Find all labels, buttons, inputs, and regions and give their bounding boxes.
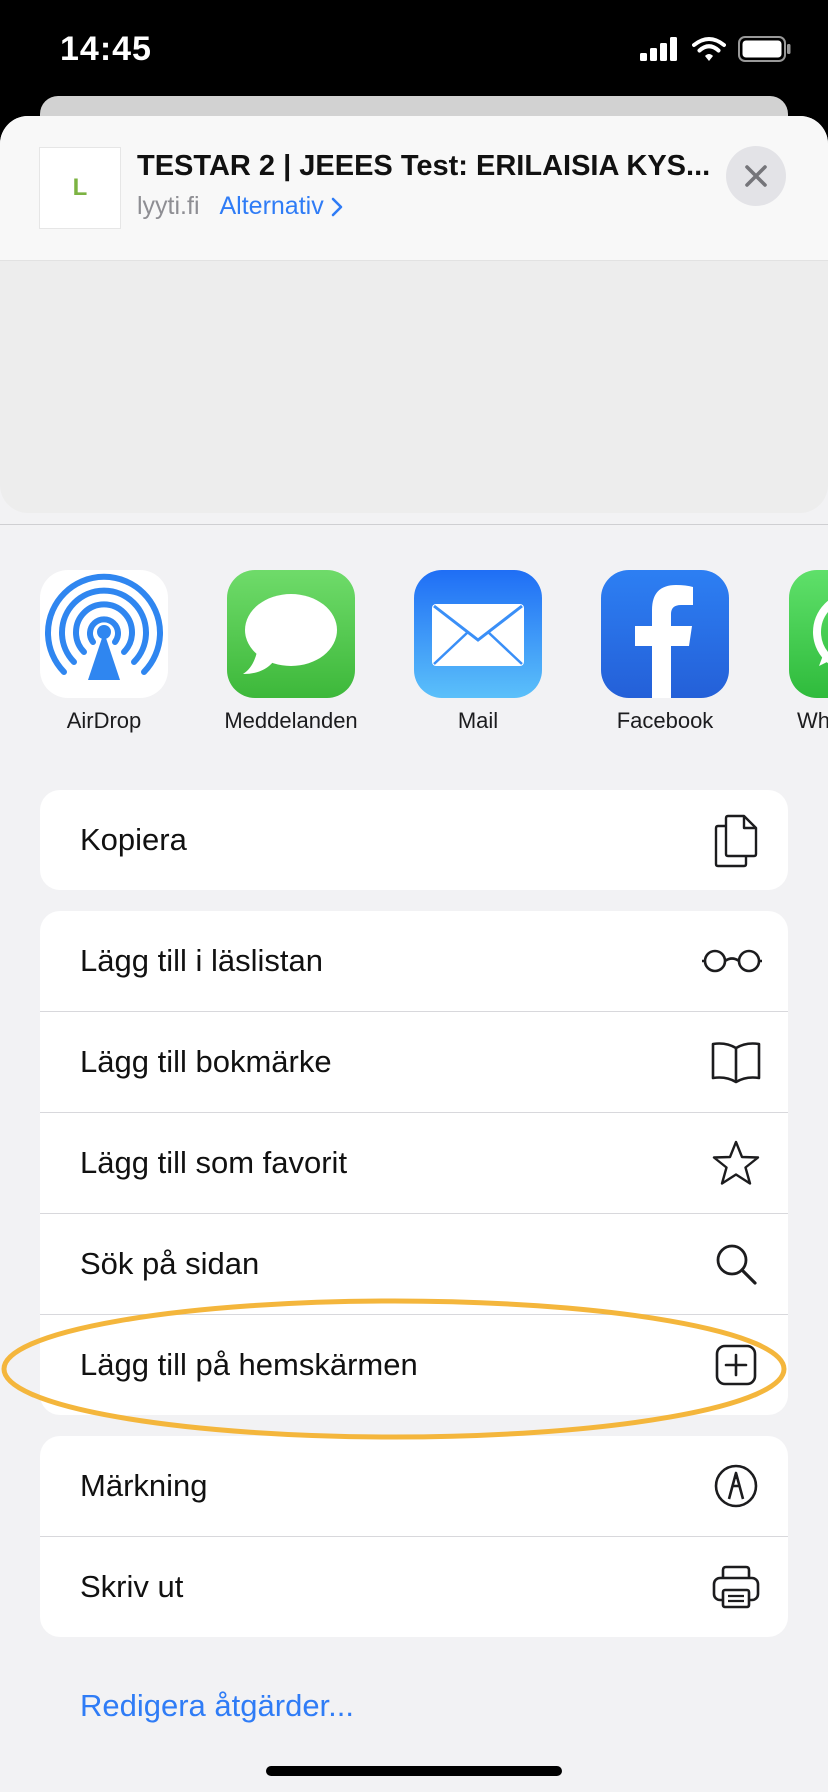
whatsapp-icon — [789, 570, 828, 698]
app-label: AirDrop — [66, 708, 142, 733]
action-copy[interactable]: Kopiera — [40, 790, 788, 890]
site-thumbnail: L — [40, 148, 120, 228]
app-mail[interactable]: Mail — [393, 570, 563, 734]
action-label: Lägg till bokmärke — [80, 1044, 332, 1079]
status-bar: 14:45 — [0, 0, 828, 96]
airdrop-icon — [40, 570, 168, 698]
app-label: Wh — [797, 708, 828, 733]
wifi-icon — [692, 37, 726, 61]
chevron-right-icon — [331, 197, 343, 216]
app-facebook[interactable]: Facebook — [580, 570, 750, 734]
mail-icon — [414, 570, 542, 698]
action-label: Skriv ut — [80, 1569, 184, 1604]
action-group-other: Märkning Skriv ut — [40, 1436, 788, 1637]
site-domain: lyyti.fi — [137, 192, 200, 220]
status-icons — [640, 36, 792, 62]
home-indicator[interactable] — [266, 1766, 562, 1776]
battery-icon — [738, 36, 791, 62]
close-button[interactable] — [726, 146, 786, 206]
action-label: Sök på sidan — [80, 1246, 260, 1281]
app-label: Facebook — [616, 708, 714, 733]
options-label: Alternativ — [219, 192, 324, 220]
action-label: Kopiera — [80, 822, 187, 857]
page-preview-area — [0, 260, 828, 513]
action-bookmark[interactable]: Lägg till bokmärke — [40, 1011, 788, 1112]
action-add-to-home-screen[interactable]: Lägg till på hemskärmen — [40, 1314, 788, 1415]
share-sheet: L TESTAR 2 | JEEES Test: ERILAISIA KYS..… — [0, 116, 828, 1792]
app-label: Mail — [457, 708, 499, 733]
printer-icon — [708, 1559, 764, 1615]
share-sheet-header: L TESTAR 2 | JEEES Test: ERILAISIA KYS..… — [0, 116, 828, 260]
search-icon — [708, 1236, 764, 1292]
app-whatsapp[interactable]: Wh — [767, 570, 828, 734]
app-messages[interactable]: Meddelanden — [206, 570, 376, 734]
facebook-icon — [601, 570, 729, 698]
messages-icon — [227, 570, 355, 698]
action-group-copy: Kopiera — [40, 790, 788, 890]
action-label: Lägg till på hemskärmen — [80, 1347, 418, 1382]
action-markup[interactable]: Märkning — [40, 1436, 788, 1536]
action-print[interactable]: Skriv ut — [40, 1536, 788, 1637]
action-label: Märkning — [80, 1468, 208, 1503]
site-logo-letter: L — [72, 174, 88, 201]
edit-actions-link[interactable]: Redigera åtgärder... — [80, 1688, 354, 1724]
glasses-icon — [700, 933, 764, 989]
share-apps-row[interactable]: AirDrop Meddelanden Mail Facebook Wh — [0, 570, 828, 750]
status-time: 14:45 — [60, 30, 152, 68]
app-airdrop[interactable]: AirDrop — [19, 570, 189, 734]
action-group-browser: Lägg till i läslistan Lägg till bokmärke — [40, 911, 788, 1415]
close-icon — [745, 165, 767, 187]
site-subtitle: lyyti.fi Alternativ — [137, 192, 344, 221]
plus-square-icon — [708, 1337, 764, 1393]
page-title: TESTAR 2 | JEEES Test: ERILAISIA KYS... — [137, 150, 711, 182]
app-label: Meddelanden — [224, 708, 358, 733]
copy-icon — [708, 812, 764, 868]
action-label: Lägg till som favorit — [80, 1145, 348, 1180]
markup-icon — [708, 1458, 764, 1514]
cellular-signal-icon — [640, 37, 677, 61]
action-label: Lägg till i läslistan — [80, 943, 323, 978]
star-icon — [708, 1135, 764, 1191]
action-find-on-page[interactable]: Sök på sidan — [40, 1213, 788, 1314]
options-link[interactable]: Alternativ — [220, 192, 344, 221]
book-icon — [708, 1034, 764, 1090]
action-reading-list[interactable]: Lägg till i läslistan — [40, 911, 788, 1011]
divider — [0, 524, 828, 525]
action-favorite[interactable]: Lägg till som favorit — [40, 1112, 788, 1213]
